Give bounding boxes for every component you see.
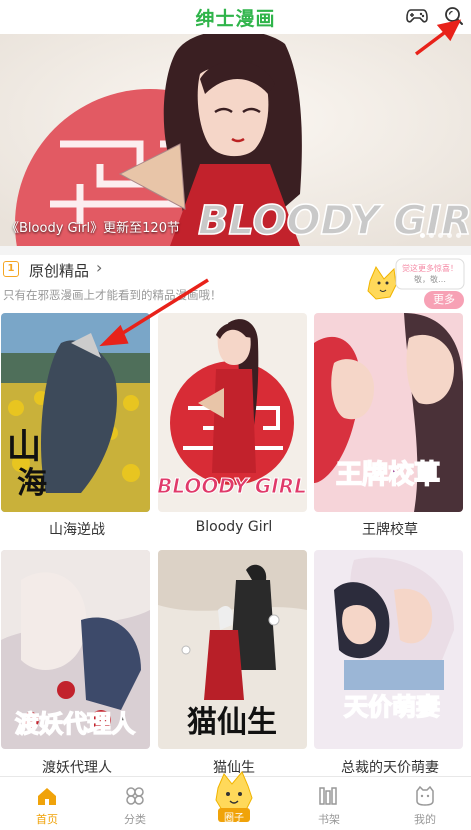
gamepad-icon[interactable] — [404, 4, 430, 28]
profile-icon — [416, 785, 434, 806]
clover-icon — [126, 787, 144, 805]
comic-title[interactable]: 山海逆战 — [1, 519, 153, 539]
carousel-dot[interactable] — [420, 233, 425, 238]
chevron-right-icon[interactable]: › — [96, 258, 102, 277]
section-subtitle: 只有在邪恶漫画上才能看到的精品漫画哦！ — [3, 288, 222, 302]
comic-card[interactable]: 渡妖代理人 渡妖代理人 — [1, 550, 153, 776]
comic-cover[interactable]: 猫仙生 — [158, 550, 307, 749]
comic-cover[interactable]: 山 海 — [1, 313, 150, 512]
section-badge-icon: 1 — [3, 261, 19, 277]
comic-cover[interactable]: 渡妖代理人 — [1, 550, 150, 749]
tab-label: 圈子 — [224, 813, 244, 824]
comic-card[interactable]: 猫仙生 猫仙生 — [158, 550, 310, 776]
comic-title[interactable]: 王牌校草 — [314, 519, 466, 539]
tab-category[interactable]: 分类 — [88, 777, 182, 830]
comic-card[interactable]: 天价萌妻 总裁的天价萌妻 — [314, 550, 466, 776]
comic-cover-text: 猫仙生 — [187, 705, 277, 740]
carousel-dot[interactable] — [429, 233, 434, 238]
carousel-dot[interactable] — [447, 233, 452, 238]
carousel-dot[interactable] — [456, 233, 461, 238]
svg-text:海: 海 — [17, 466, 47, 501]
comic-card[interactable]: 山 海 山海逆战 — [1, 313, 153, 538]
svg-text:敬，敬…: 敬，敬… — [414, 274, 446, 284]
comic-card[interactable]: 王牌校草 王牌校草 — [314, 313, 466, 538]
comic-title[interactable]: Bloody Girl — [158, 519, 310, 535]
home-icon — [38, 788, 56, 805]
tab-circle[interactable]: 圈子 — [212, 770, 256, 826]
tab-label: 书架 — [318, 813, 340, 826]
comic-cover-text: 天价萌妻 — [344, 693, 440, 721]
carousel-dots — [420, 233, 461, 238]
comic-cover-text: BLOODY GIRL — [158, 474, 307, 498]
comic-card[interactable]: BLOODY GIRL Bloody Girl — [158, 313, 310, 535]
tab-profile[interactable]: 我的 — [378, 777, 471, 830]
svg-text:山: 山 — [7, 427, 41, 467]
tab-label: 我的 — [414, 813, 436, 826]
tab-home[interactable]: 首页 — [0, 777, 94, 830]
tab-label: 分类 — [124, 813, 146, 826]
banner-art: BLOODY GIRL — [0, 34, 471, 246]
comic-title[interactable]: 渡妖代理人 — [1, 757, 153, 777]
tab-label: 首页 — [36, 813, 58, 826]
featured-banner[interactable]: BLOODY GIRL 《Bloody Girl》更新至120节 — [0, 34, 471, 246]
tab-bookshelf[interactable]: 书架 — [282, 777, 376, 830]
section-divider — [0, 246, 471, 255]
comic-cover[interactable]: 王牌校草 — [314, 313, 463, 512]
more-button[interactable]: 更多 — [424, 291, 464, 309]
comic-title[interactable]: 总裁的天价萌妻 — [314, 757, 466, 777]
comic-cover[interactable]: 天价萌妻 — [314, 550, 463, 749]
section-title[interactable]: 原创精品 — [29, 260, 89, 281]
comic-cover-text: 王牌校草 — [336, 459, 440, 490]
search-icon[interactable] — [441, 4, 467, 28]
app-title: 绅士漫画 — [195, 8, 276, 30]
svg-text:觉这更多惊喜！: 觉这更多惊喜！ — [402, 263, 458, 273]
banner-caption: 《Bloody Girl》更新至120节 — [6, 221, 180, 236]
bookshelf-icon — [319, 787, 337, 805]
section-header: 1 原创精品 › 只有在邪恶漫画上才能看到的精品漫画哦！ 觉这更多惊喜！ 敬，敬… — [0, 255, 471, 311]
top-bar: 绅士漫画 — [0, 0, 471, 34]
comic-cover[interactable]: BLOODY GIRL — [158, 313, 307, 512]
carousel-dot[interactable] — [438, 233, 443, 238]
comic-cover-text: 渡妖代理人 — [15, 709, 135, 738]
